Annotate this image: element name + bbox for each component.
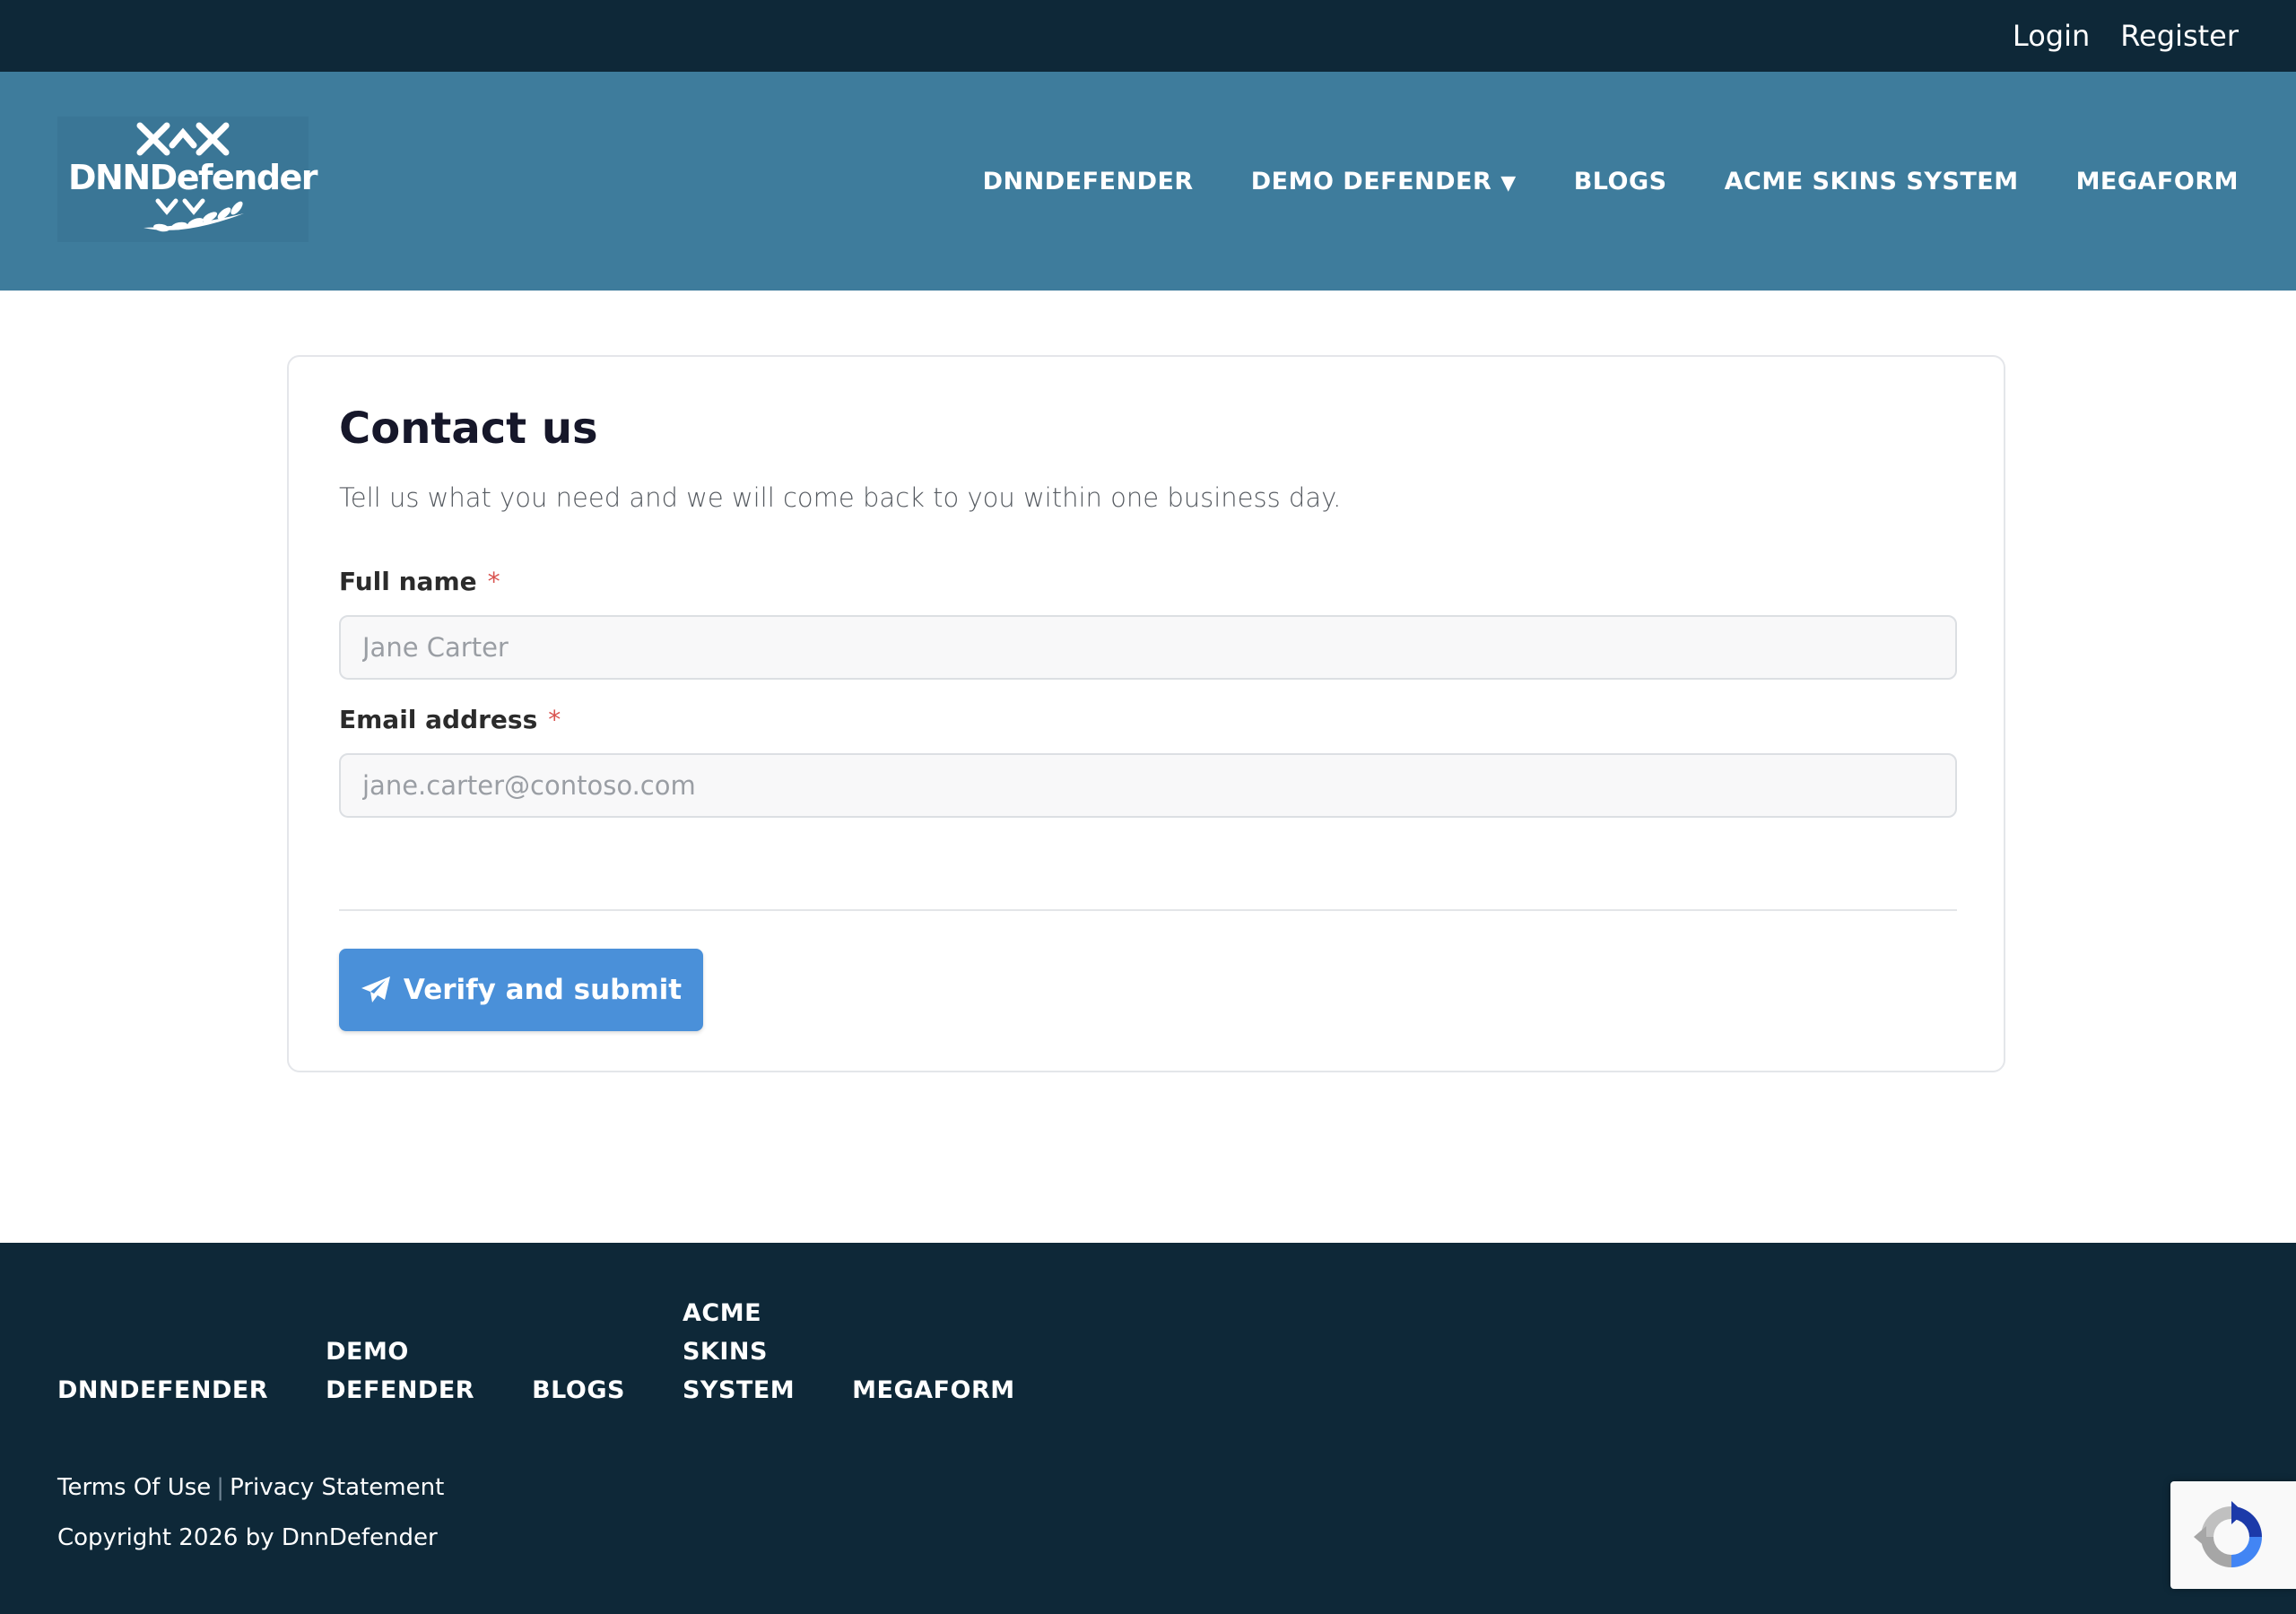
- legal-links: Terms Of Use | Privacy Statement: [57, 1474, 444, 1501]
- footer-nav-blogs[interactable]: BLOGS: [532, 1371, 625, 1410]
- footer-nav-demo-defender[interactable]: DEMO DEFENDER: [326, 1332, 474, 1410]
- required-marker: *: [487, 567, 500, 596]
- footer-nav-acme-skins-system[interactable]: ACME SKINS SYSTEM: [683, 1294, 795, 1410]
- logo-text: DNNDefender: [68, 158, 318, 197]
- caret-down-icon: ▼: [1500, 171, 1517, 195]
- required-marker: *: [548, 705, 561, 734]
- email-label-text: Email address: [339, 705, 538, 734]
- email-input[interactable]: [339, 753, 1957, 818]
- account-links: Login Register: [2013, 0, 2239, 72]
- top-bar: Login Register: [0, 0, 2296, 72]
- full-name-input[interactable]: [339, 615, 1957, 680]
- nav-item-label: DEMO DEFENDER: [1250, 167, 1492, 195]
- paper-plane-icon: [361, 976, 390, 1002]
- site-footer: DNNDEFENDER DEMO DEFENDER BLOGS ACME SKI…: [0, 1243, 2296, 1614]
- footer-nav-line: ACME: [682, 1299, 762, 1327]
- footer-nav-dnndefender[interactable]: DNNDEFENDER: [57, 1371, 268, 1410]
- login-link[interactable]: Login: [2013, 19, 2090, 53]
- footer-nav: DNNDEFENDER DEMO DEFENDER BLOGS ACME SKI…: [57, 1299, 1015, 1410]
- form-divider: [339, 909, 1957, 911]
- footer-nav-line: SYSTEM: [682, 1376, 796, 1404]
- nav-item-blogs[interactable]: BLOGS: [1574, 168, 1667, 195]
- copyright-text: Copyright 2026 by DnnDefender: [57, 1524, 438, 1551]
- link-separator: |: [216, 1474, 225, 1501]
- footer-nav-line: DNNDEFENDER: [57, 1376, 269, 1404]
- register-link[interactable]: Register: [2120, 19, 2239, 53]
- submit-label: Verify and submit: [403, 974, 683, 1006]
- site-logo[interactable]: DNNDefender: [57, 117, 318, 242]
- terms-link[interactable]: Terms Of Use: [57, 1474, 211, 1501]
- footer-nav-megaform[interactable]: MEGAFORM: [852, 1371, 1014, 1410]
- form-title: Contact us: [339, 404, 598, 454]
- footer-nav-line: SKINS: [682, 1338, 768, 1366]
- footer-nav-line: DEMO: [326, 1338, 409, 1366]
- footer-nav-line: MEGAFORM: [852, 1376, 1015, 1404]
- site-header: DNNDefender DNNDEFENDER DEMO DEFENDER ▼ B…: [0, 72, 2296, 291]
- verify-submit-button[interactable]: Verify and submit: [339, 949, 703, 1031]
- footer-nav-line: BLOGS: [532, 1376, 625, 1404]
- form-subtitle: Tell us what you need and we will come b…: [339, 482, 1342, 513]
- email-label: Email address *: [339, 705, 561, 734]
- privacy-link[interactable]: Privacy Statement: [230, 1474, 444, 1501]
- footer-nav-line: DEFENDER: [326, 1376, 475, 1404]
- nav-item-dnndefender[interactable]: DNNDEFENDER: [983, 168, 1194, 195]
- recaptcha-icon: [2194, 1501, 2262, 1567]
- full-name-label: Full name *: [339, 567, 500, 596]
- nav-item-acme-skins-system[interactable]: ACME SKINS SYSTEM: [1725, 168, 2019, 195]
- recaptcha-badge[interactable]: [2170, 1481, 2296, 1589]
- main-nav: DNNDEFENDER DEMO DEFENDER ▼ BLOGS ACME SK…: [983, 72, 2239, 291]
- nav-item-megaform[interactable]: MEGAFORM: [2076, 168, 2239, 195]
- full-name-label-text: Full name: [339, 567, 477, 596]
- nav-item-demo-defender[interactable]: DEMO DEFENDER ▼: [1251, 168, 1517, 195]
- contact-form-card: Contact us Tell us what you need and we …: [287, 355, 2005, 1072]
